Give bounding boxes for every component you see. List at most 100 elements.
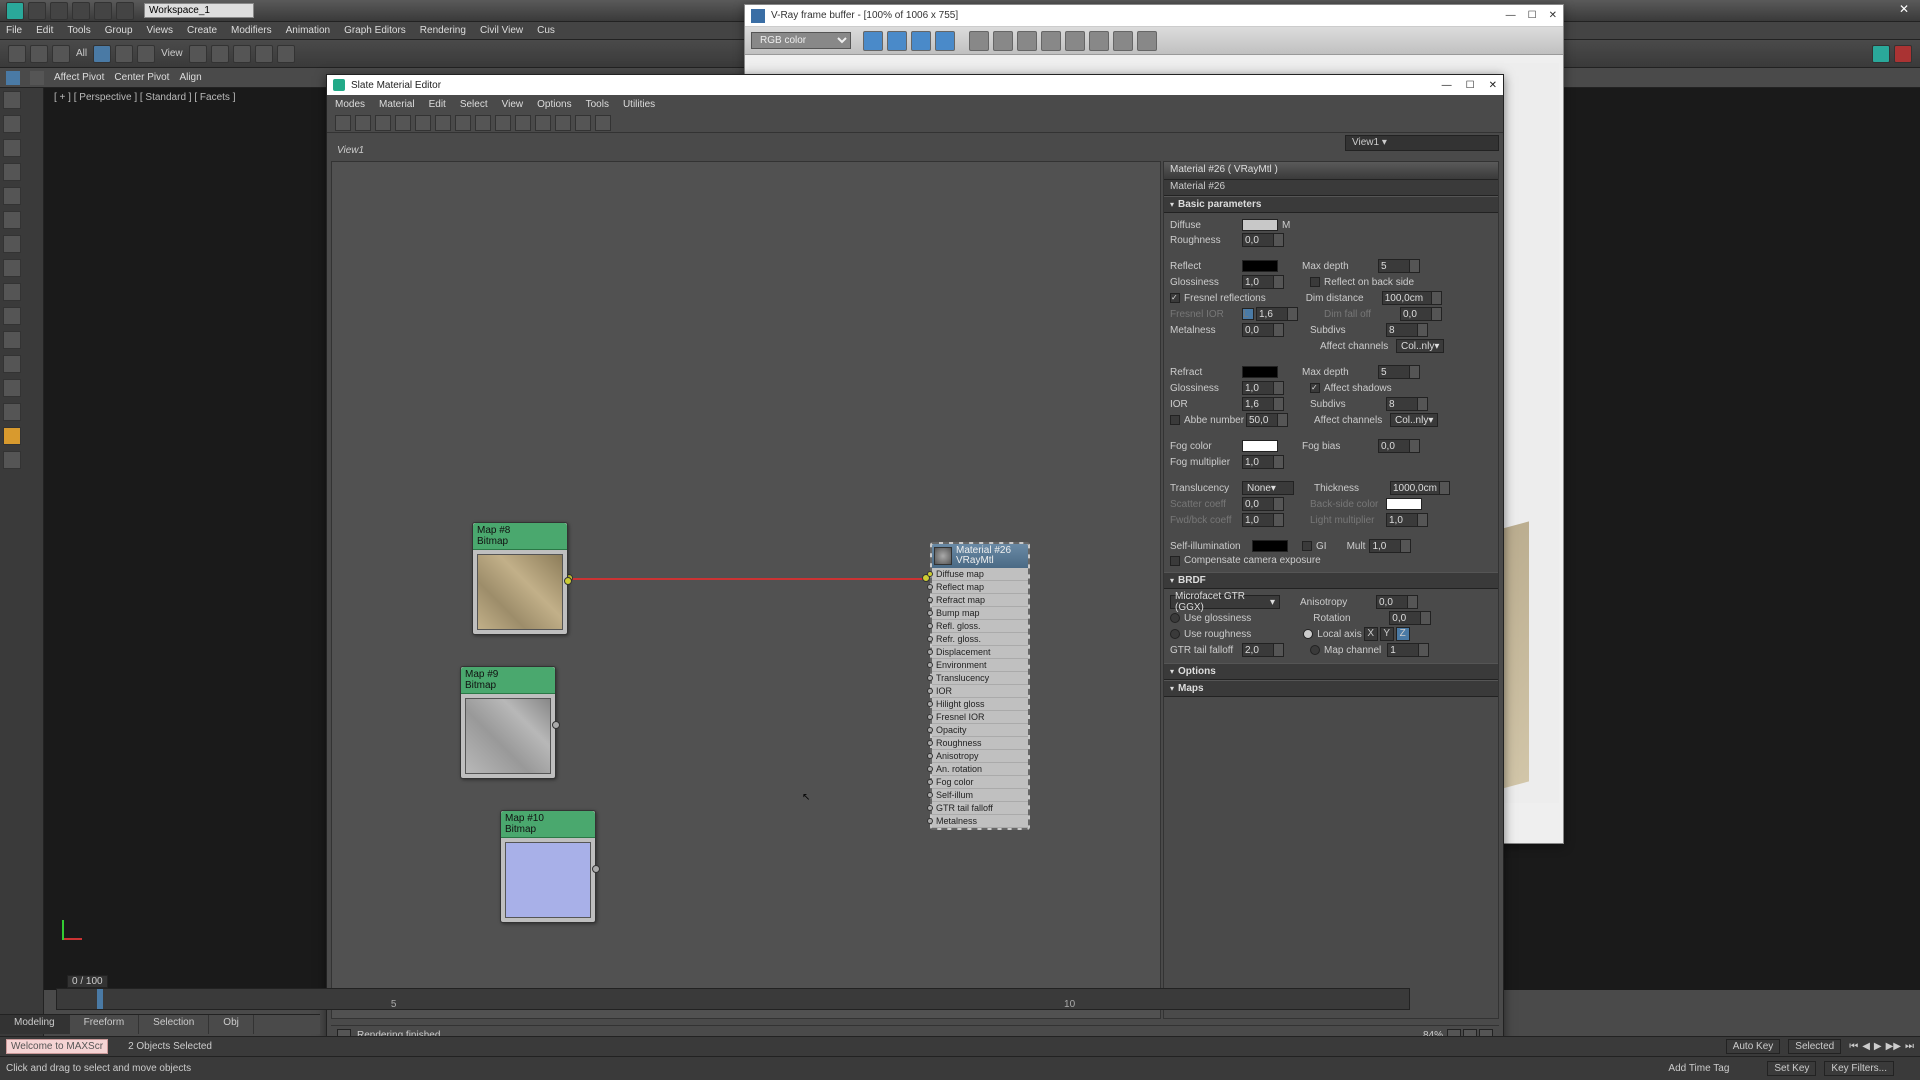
- slate-tb-4[interactable]: [395, 115, 411, 131]
- gtr-spinner[interactable]: [1242, 643, 1284, 657]
- vray-rgb-icon[interactable]: [863, 31, 883, 51]
- mat-slot-fresnel-ior[interactable]: Fresnel IOR: [932, 711, 1028, 724]
- menu-tools[interactable]: Tools: [67, 25, 90, 36]
- tool-angle[interactable]: [211, 45, 229, 63]
- mat-slot-socket[interactable]: [927, 753, 933, 759]
- vray-cc-icon[interactable]: [1113, 31, 1133, 51]
- mat-slot-reflect-map[interactable]: Reflect map: [932, 581, 1028, 594]
- mat-slot-socket[interactable]: [927, 571, 933, 577]
- node-map10-output[interactable]: [592, 865, 600, 873]
- node-map8[interactable]: Map #8 Bitmap: [472, 522, 568, 635]
- app-menu-icon[interactable]: [6, 2, 24, 20]
- vray-save-icon[interactable]: [993, 31, 1013, 51]
- glossiness-spinner[interactable]: [1242, 275, 1284, 289]
- mat-slot-refl-gloss-[interactable]: Refl. gloss.: [932, 620, 1028, 633]
- abbe-check[interactable]: [1170, 415, 1180, 425]
- tool-mat-editor[interactable]: [277, 45, 295, 63]
- mapch-spinner[interactable]: [1387, 643, 1429, 657]
- tool-unlink[interactable]: [52, 45, 70, 63]
- gi-check[interactable]: [1302, 541, 1312, 551]
- rail-rotate[interactable]: [3, 139, 21, 157]
- scatter-spinner[interactable]: [1242, 497, 1284, 511]
- menu-create[interactable]: Create: [187, 25, 217, 36]
- affect-shadows-check[interactable]: [1310, 383, 1320, 393]
- mat-slot-displacement[interactable]: Displacement: [932, 646, 1028, 659]
- mat-slot-bump-map[interactable]: Bump map: [932, 607, 1028, 620]
- mat-slot-refract-map[interactable]: Refract map: [932, 594, 1028, 607]
- mat-slot-socket[interactable]: [927, 727, 933, 733]
- rail-12[interactable]: [3, 355, 21, 373]
- slate-menu-edit[interactable]: Edit: [429, 99, 446, 110]
- fogcolor-swatch[interactable]: [1242, 440, 1278, 452]
- mat-slot-fog-color[interactable]: Fog color: [932, 776, 1028, 789]
- maxscript-prompt[interactable]: Welcome to MAXScr: [6, 1039, 108, 1054]
- refr-maxdepth-spinner[interactable]: [1378, 365, 1420, 379]
- time-slider[interactable]: 0 / 100 510: [56, 988, 1410, 1010]
- dimfalloff-spinner[interactable]: [1400, 307, 1442, 321]
- mat-slot-socket[interactable]: [927, 740, 933, 746]
- undo-icon[interactable]: [94, 2, 112, 20]
- mat-slot-socket[interactable]: [927, 662, 933, 668]
- rail-select[interactable]: [3, 91, 21, 109]
- rail-move[interactable]: [3, 115, 21, 133]
- selected-filter[interactable]: Selected: [1788, 1039, 1841, 1054]
- brdf-dropdown[interactable]: Microfacet GTR (GGX) ▾: [1170, 595, 1280, 609]
- slate-menu-view[interactable]: View: [502, 99, 524, 110]
- play-start-icon[interactable]: ⏮: [1849, 1041, 1858, 1052]
- tool-rotate[interactable]: [115, 45, 133, 63]
- vray-titlebar[interactable]: V-Ray frame buffer - [100% of 1006 x 755…: [745, 5, 1563, 27]
- refr-affectch-dropdown[interactable]: Col..nly ▾: [1390, 413, 1438, 427]
- rail-6[interactable]: [3, 211, 21, 229]
- node-map8-output[interactable]: [564, 577, 572, 585]
- diffuse-map-btn[interactable]: M: [1282, 220, 1290, 231]
- mat-slot-socket[interactable]: [927, 597, 933, 603]
- wire-map8-diffuse[interactable]: [570, 578, 926, 580]
- node-graph-canvas[interactable]: Map #8 Bitmap Map #9 Bitmap Map #10 Bitm…: [331, 161, 1161, 1019]
- node-material26[interactable]: Material #26VRayMtl Diffuse mapReflect m…: [930, 542, 1030, 830]
- node-map10[interactable]: Map #10 Bitmap: [500, 810, 596, 923]
- diffuse-swatch[interactable]: [1242, 219, 1278, 231]
- mat-slot-roughness[interactable]: Roughness: [932, 737, 1028, 750]
- compensate-check[interactable]: [1170, 556, 1180, 566]
- rollout-basic[interactable]: Basic parameters: [1164, 196, 1498, 213]
- tool-scale[interactable]: [137, 45, 155, 63]
- slate-max-icon[interactable]: ☐: [1466, 80, 1475, 91]
- slate-tb-11[interactable]: [535, 115, 551, 131]
- slate-tb-2[interactable]: [355, 115, 371, 131]
- rollout-brdf[interactable]: BRDF: [1164, 572, 1498, 589]
- slate-tb-7[interactable]: [455, 115, 471, 131]
- reflect-swatch[interactable]: [1242, 260, 1278, 272]
- rail-active[interactable]: [3, 427, 21, 445]
- redo-icon[interactable]: [116, 2, 134, 20]
- vray-channel-select[interactable]: RGB color: [751, 32, 851, 49]
- mat-slot-socket[interactable]: [927, 636, 933, 642]
- node-material26-header[interactable]: Material #26VRayMtl: [932, 544, 1028, 568]
- slate-titlebar[interactable]: Slate Material Editor — ☐ ✕: [327, 75, 1503, 95]
- align-button[interactable]: Align: [179, 72, 201, 83]
- menu-edit[interactable]: Edit: [36, 25, 53, 36]
- slate-menu-options[interactable]: Options: [537, 99, 571, 110]
- play-icon[interactable]: ▶: [1874, 1041, 1882, 1052]
- use-rough-radio[interactable]: [1170, 629, 1180, 639]
- backside-swatch[interactable]: [1386, 498, 1422, 510]
- node-map9[interactable]: Map #9 Bitmap: [460, 666, 556, 779]
- slate-min-icon[interactable]: —: [1442, 80, 1452, 91]
- mat-slot-socket[interactable]: [927, 623, 933, 629]
- slate-close-icon[interactable]: ✕: [1489, 80, 1497, 91]
- vray-region-icon[interactable]: [1065, 31, 1085, 51]
- menu-animation[interactable]: Animation: [286, 25, 330, 36]
- rotation-spinner[interactable]: [1389, 611, 1431, 625]
- menu-modifiers[interactable]: Modifiers: [231, 25, 272, 36]
- menu-group[interactable]: Group: [105, 25, 133, 36]
- mat-slot-ior[interactable]: IOR: [932, 685, 1028, 698]
- lightmult-spinner[interactable]: [1386, 513, 1428, 527]
- tool-link[interactable]: [30, 45, 48, 63]
- add-time-tag[interactable]: Add Time Tag: [1668, 1063, 1729, 1074]
- mat-slot-socket[interactable]: [927, 766, 933, 772]
- axis-z-button[interactable]: Z: [1396, 627, 1410, 641]
- maxdepth-spinner[interactable]: [1378, 259, 1420, 273]
- fresnel-lock-icon[interactable]: L: [1242, 308, 1254, 320]
- slate-tb-6[interactable]: [435, 115, 451, 131]
- mat-slot-environment[interactable]: Environment: [932, 659, 1028, 672]
- node-map9-output[interactable]: [552, 721, 560, 729]
